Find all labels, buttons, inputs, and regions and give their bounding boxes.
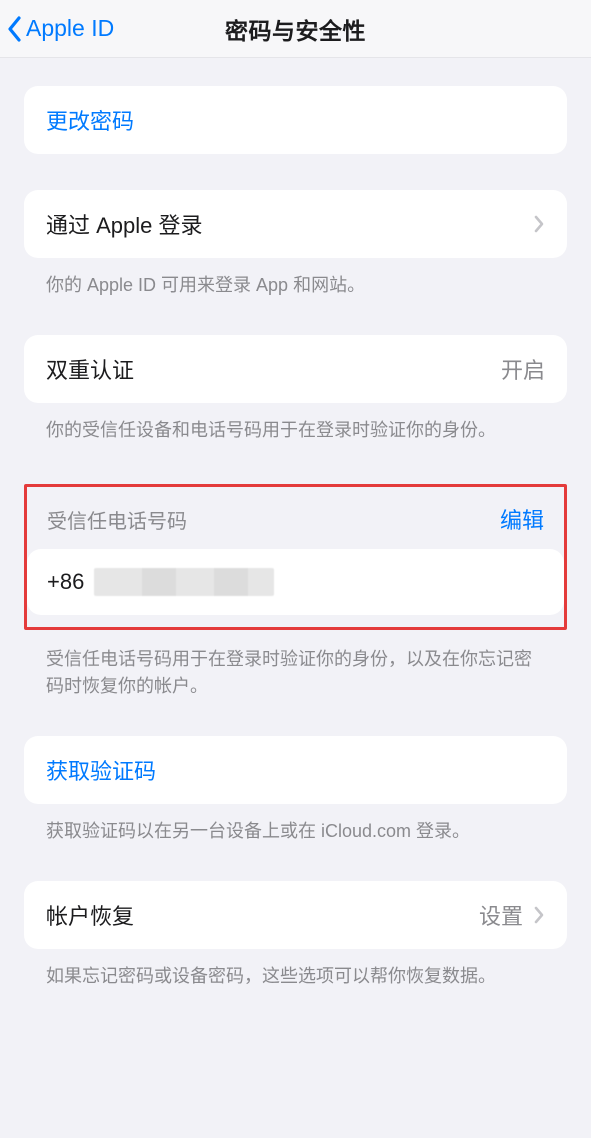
trusted-phone-footer: 受信任电话号码用于在登录时验证你的身份，以及在你忘记密码时恢复你的帐户。 [24, 646, 567, 700]
two-factor-value: 开启 [501, 353, 545, 385]
account-recovery-value: 设置 [479, 899, 523, 931]
account-recovery-label: 帐户恢复 [46, 899, 134, 931]
trusted-phone-row[interactable]: +86 [27, 549, 564, 615]
account-recovery-row[interactable]: 帐户恢复 设置 [24, 881, 567, 949]
trusted-phone-section: 受信任电话号码 编辑 +86 [24, 484, 567, 630]
phone-number-redacted [94, 568, 274, 596]
nav-bar: Apple ID 密码与安全性 [0, 0, 591, 58]
chevron-right-icon [533, 905, 545, 925]
account-recovery-footer: 如果忘记密码或设备密码，这些选项可以帮你恢复数据。 [24, 963, 567, 990]
change-password-label: 更改密码 [46, 104, 134, 136]
two-factor-row[interactable]: 双重认证 开启 [24, 335, 567, 403]
back-label: Apple ID [26, 15, 114, 42]
edit-button[interactable]: 编辑 [500, 503, 544, 535]
change-password-row[interactable]: 更改密码 [24, 86, 567, 154]
chevron-left-icon [6, 15, 24, 43]
get-verification-code-row[interactable]: 获取验证码 [24, 736, 567, 804]
two-factor-footer: 你的受信任设备和电话号码用于在登录时验证你的身份。 [24, 417, 567, 444]
get-verification-code-label: 获取验证码 [46, 754, 156, 786]
two-factor-label: 双重认证 [46, 353, 134, 385]
trusted-phone-header: 受信任电话号码 [47, 505, 187, 534]
phone-prefix: +86 [47, 569, 84, 595]
sign-in-with-apple-label: 通过 Apple 登录 [46, 208, 203, 240]
get-code-footer: 获取验证码以在另一台设备上或在 iCloud.com 登录。 [24, 818, 567, 845]
sign-in-with-apple-row[interactable]: 通过 Apple 登录 [24, 190, 567, 258]
sign-in-with-apple-footer: 你的 Apple ID 可用来登录 App 和网站。 [24, 272, 567, 299]
chevron-right-icon [533, 214, 545, 234]
back-button[interactable]: Apple ID [6, 15, 114, 43]
